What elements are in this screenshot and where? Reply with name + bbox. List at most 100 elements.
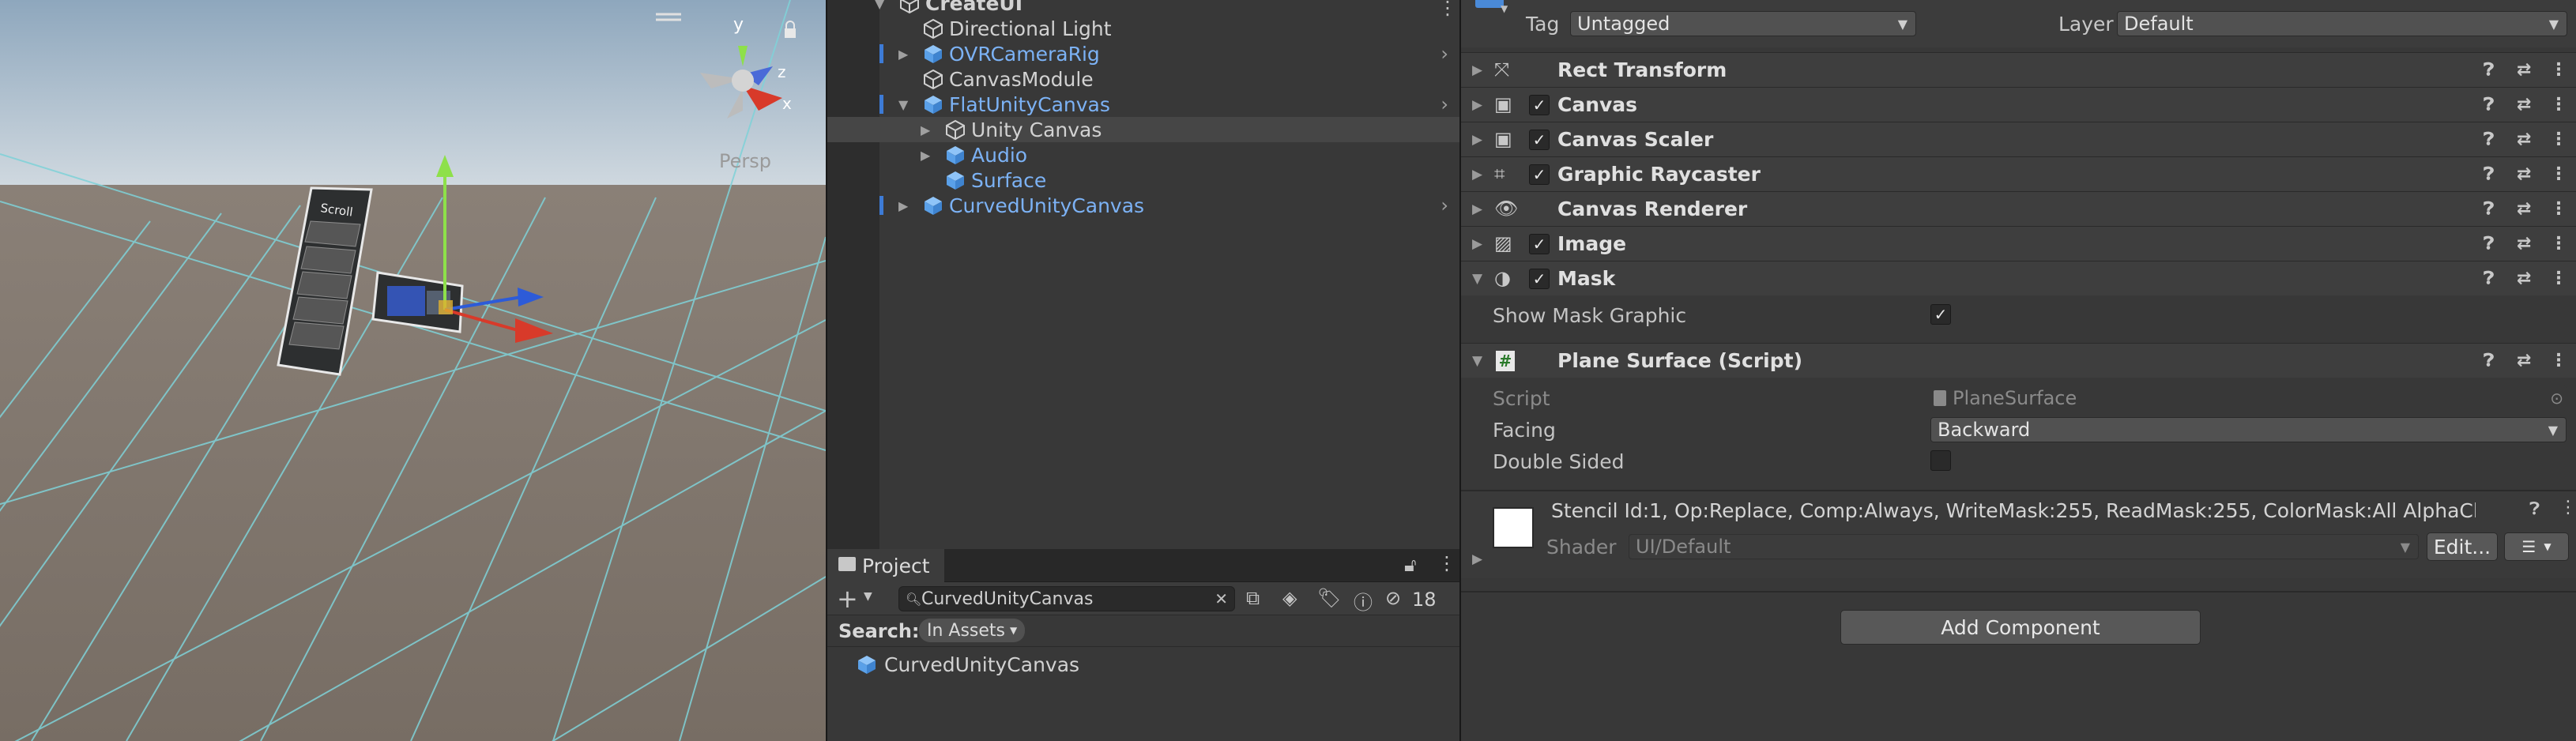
presets-icon[interactable]: ⇄	[2517, 164, 2531, 184]
search-by-type-icon[interactable]: ⧉	[1246, 587, 1260, 609]
help-icon[interactable]: ❓︎	[2484, 234, 2494, 254]
component-enabled-checkbox[interactable]: ✓	[1529, 164, 1550, 185]
inspector-panel[interactable]: ▼ Tag Untagged ▼ Layer Default ▼ ▶ ⤧ Rect …	[1461, 0, 2576, 741]
project-result-item[interactable]: CurvedUnityCanvas	[827, 652, 1459, 677]
view-mode-label[interactable]: Persp	[719, 150, 771, 172]
hierarchy-item[interactable]: Directional Light	[827, 16, 1459, 41]
help-icon[interactable]: ❓︎	[2484, 269, 2494, 288]
presets-icon[interactable]: ⇄	[2517, 351, 2531, 370]
kebab-menu-icon[interactable]: ⋮	[2550, 130, 2567, 149]
collapse-triangle-icon[interactable]: ▶	[1472, 62, 1482, 78]
collapse-triangle-icon[interactable]: ▶	[1472, 167, 1482, 182]
help-icon[interactable]: ❓︎	[2484, 95, 2494, 115]
hierarchy-item[interactable]: ▼ CreateUI	[827, 0, 1459, 16]
tab-project[interactable]: Project	[827, 549, 944, 582]
help-icon[interactable]: ❓︎	[2529, 499, 2540, 519]
expand-triangle-icon[interactable]: ▼	[898, 97, 908, 112]
chevron-down-icon[interactable]: ▼	[864, 590, 872, 603]
hierarchy-item[interactable]: ▶ CurvedUnityCanvas ›	[827, 193, 1459, 218]
component-canvas-scaler[interactable]: ▶ ▣ ✓ Canvas Scaler ❓︎ ⇄ ⋮	[1461, 122, 2576, 156]
collapse-triangle-icon[interactable]: ▶	[921, 148, 930, 163]
component-enabled-checkbox[interactable]: ✓	[1529, 268, 1550, 289]
collapse-triangle-icon[interactable]: ▶	[1472, 236, 1482, 252]
collapse-triangle-icon[interactable]: ▶	[1472, 551, 1482, 567]
hidden-packages-icon[interactable]: ⊘	[1385, 587, 1401, 609]
kebab-menu-icon[interactable]: ⋮	[2550, 269, 2567, 288]
shader-edit-button[interactable]: Edit...	[2427, 532, 2498, 561]
help-icon[interactable]: ❓︎	[2484, 351, 2494, 370]
scene-canvas[interactable]: Scroll y z x	[0, 0, 826, 741]
tag-dropdown[interactable]: Untagged ▼	[1570, 11, 1916, 36]
filter-by-type-icon[interactable]: ◈	[1282, 587, 1297, 609]
shader-options-button[interactable]: ☰ ▼	[2504, 532, 2569, 561]
search-input[interactable]: 🔍︎ CurvedUnityCanvas ✕	[898, 586, 1235, 611]
component-enabled-checkbox[interactable]: ✓	[1529, 233, 1550, 254]
kebab-menu-icon[interactable]: ⋮	[2550, 351, 2567, 370]
kebab-menu-icon[interactable]: ⋮	[2550, 60, 2567, 80]
material-preview[interactable]	[1493, 507, 1534, 548]
collapse-triangle-icon[interactable]: ▶	[921, 122, 930, 137]
chevron-right-icon[interactable]: ›	[1441, 194, 1448, 216]
presets-icon[interactable]: ⇄	[2517, 60, 2531, 80]
component-canvas[interactable]: ▶ ▣ ✓ Canvas ❓︎ ⇄ ⋮	[1461, 87, 2576, 122]
expand-triangle-icon[interactable]: ▼	[1472, 271, 1482, 287]
component-enabled-checkbox[interactable]: ✓	[1529, 129, 1550, 150]
scene-view[interactable]: Scroll y z x Persp	[0, 0, 826, 741]
collapse-triangle-icon[interactable]: ▶	[1472, 132, 1482, 148]
chevron-right-icon[interactable]: ›	[1441, 93, 1448, 115]
label-tag-icon[interactable]: 🏷︎	[1317, 587, 1341, 609]
kebab-menu-icon[interactable]: ⋮	[2550, 95, 2567, 115]
component-canvas-renderer[interactable]: ▶ 👁︎ Canvas Renderer ❓︎ ⇄ ⋮	[1461, 191, 2576, 226]
show-mask-graphic-checkbox[interactable]: ✓	[1930, 304, 1951, 325]
add-component-button[interactable]: Add Component	[1840, 610, 2201, 645]
layer-dropdown[interactable]: Default ▼	[2117, 11, 2567, 36]
help-icon[interactable]: ❓︎	[2484, 164, 2494, 184]
collapse-triangle-icon[interactable]: ▶	[1472, 97, 1482, 113]
double-sided-checkbox[interactable]	[1930, 450, 1951, 471]
chevron-right-icon[interactable]: ›	[1441, 43, 1448, 65]
presets-icon[interactable]: ⇄	[2517, 234, 2531, 254]
hierarchy-panel[interactable]: ▼ CreateUI Directional Light ▶ OVRCameraRig ›…	[827, 0, 1459, 549]
hierarchy-item[interactable]: ▶ Audio	[827, 142, 1459, 167]
lock-icon[interactable]: 🔓︎	[1404, 554, 1417, 576]
collapse-triangle-icon[interactable]: ▼	[1472, 353, 1482, 369]
facing-dropdown[interactable]: Backward ▼	[1930, 417, 2567, 442]
search-scope-in-assets[interactable]: In Assets ▼	[919, 619, 1026, 642]
collapse-triangle-icon[interactable]: ▶	[898, 198, 908, 213]
project-panel[interactable]: Project 🔓︎ ⋮ + ▼ 🔍︎ CurvedUnityCanvas ✕ …	[827, 549, 1459, 741]
script-field[interactable]: PlaneSurface ⊙	[1930, 386, 2567, 411]
expand-triangle-icon[interactable]: ▼	[875, 0, 884, 11]
object-icon[interactable]	[1475, 0, 1504, 8]
clear-search-icon[interactable]: ✕	[1215, 589, 1228, 608]
hierarchy-item[interactable]: Surface	[827, 167, 1459, 193]
help-icon[interactable]: ❓︎	[2484, 199, 2494, 219]
object-picker-icon[interactable]: ⊙	[2550, 389, 2563, 408]
collapse-triangle-icon[interactable]: ▶	[1472, 201, 1482, 217]
kebab-menu-icon[interactable]: ⋮	[1437, 552, 1456, 574]
hierarchy-item[interactable]: ▶ OVRCameraRig ›	[827, 41, 1459, 66]
kebab-menu-icon[interactable]: ⋮	[1438, 0, 1457, 19]
hierarchy-item[interactable]: ▼ FlatUnityCanvas ›	[827, 92, 1459, 117]
hierarchy-item[interactable]: CanvasModule	[827, 66, 1459, 92]
presets-icon[interactable]: ⇄	[2517, 95, 2531, 115]
component-enabled-checkbox[interactable]: ✓	[1529, 94, 1550, 115]
help-icon[interactable]: ❓︎	[2484, 60, 2494, 80]
presets-icon[interactable]: ⇄	[2517, 199, 2531, 219]
component-mask[interactable]: ▼ ◑ ✓ Mask ❓︎ ⇄ ⋮	[1461, 261, 2576, 295]
presets-icon[interactable]: ⇄	[2517, 269, 2531, 288]
help-icon[interactable]: ❓︎	[2484, 130, 2494, 149]
plus-icon[interactable]: +	[837, 584, 858, 614]
hierarchy-item[interactable]: ▶ Unity Canvas	[827, 117, 1459, 142]
presets-icon[interactable]: ⇄	[2517, 130, 2531, 149]
component-rect-transform[interactable]: ▶ ⤧ Rect Transform ❓︎ ⇄ ⋮	[1461, 52, 2576, 87]
kebab-menu-icon[interactable]: ⋮	[2559, 498, 2576, 517]
chevron-down-icon[interactable]: ▼	[1501, 3, 1508, 14]
collapse-triangle-icon[interactable]: ▶	[898, 47, 908, 62]
kebab-menu-icon[interactable]: ⋮	[2550, 164, 2567, 184]
component-plane-surface[interactable]: ▼ # Plane Surface (Script) ❓︎ ⇄ ⋮	[1461, 343, 2576, 378]
kebab-menu-icon[interactable]: ⋮	[2550, 199, 2567, 219]
shader-dropdown[interactable]: UI/Default ▼	[1629, 534, 2419, 559]
kebab-menu-icon[interactable]: ⋮	[2550, 234, 2567, 254]
log-warning-icon[interactable]: ⓘ	[1354, 587, 1373, 615]
component-image[interactable]: ▶ ▨ ✓ Image ❓︎ ⇄ ⋮	[1461, 226, 2576, 261]
